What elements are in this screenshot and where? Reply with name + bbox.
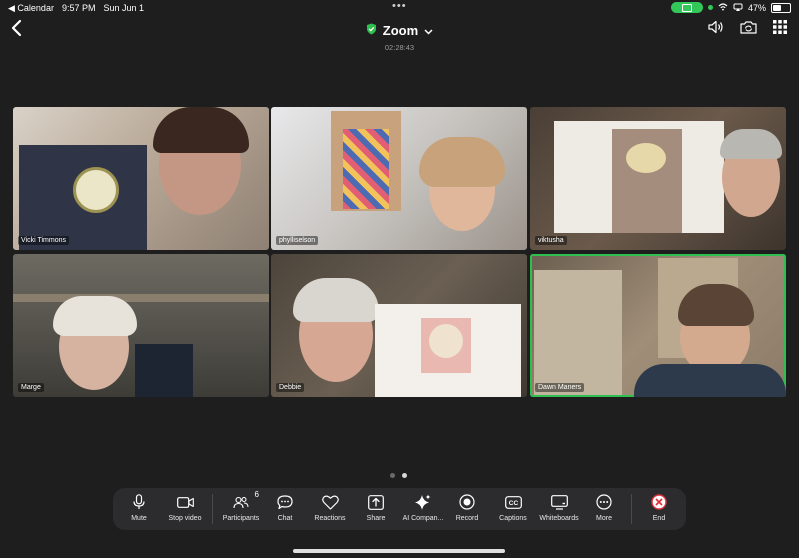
meeting-title: Zoom [382, 23, 419, 38]
meeting-toolbar: Mute Stop video 6 Participants Chat Reac… [113, 488, 686, 530]
participant-hair [293, 278, 379, 322]
card-prop-label [429, 324, 463, 358]
whiteboards-button[interactable]: Whiteboards [535, 494, 583, 522]
participants-button[interactable]: 6 Participants [217, 490, 265, 522]
shelving-unit [534, 270, 622, 395]
mute-button[interactable]: Mute [117, 494, 161, 522]
video-camera-icon [176, 496, 194, 510]
participant-hair [53, 296, 137, 336]
record-icon [459, 494, 475, 512]
ai-companion-label: AI Compan... [402, 515, 444, 522]
shelf-strip [13, 294, 269, 302]
card-prop-hearts [343, 129, 389, 209]
page-dot[interactable] [390, 473, 395, 478]
end-label: End [652, 515, 666, 522]
card-prop-label [626, 143, 666, 173]
captions-button[interactable]: CC Captions [491, 494, 535, 522]
page-dot-current[interactable] [402, 473, 407, 478]
end-x-icon [651, 494, 667, 512]
video-tile[interactable]: Debbie [271, 254, 527, 397]
participants-label: Participants [222, 515, 260, 522]
captions-label: Captions [499, 515, 527, 522]
chat-label: Chat [277, 515, 293, 522]
battery-icon [771, 2, 791, 13]
back-to-app-link[interactable]: ◀ Calendar [8, 3, 54, 14]
svg-text:CC: CC [508, 500, 518, 507]
video-gallery: Vicki Timmons phylliselson viktusha Marg… [13, 107, 786, 398]
status-time: 9:57 PM [61, 3, 96, 13]
whiteboard-icon [550, 494, 568, 512]
participant-name: viktusha [535, 236, 567, 245]
status-date: Sun Jun 1 [103, 3, 145, 13]
sparkle-icon [415, 494, 431, 513]
end-meeting-button[interactable]: End [637, 494, 681, 522]
share-button[interactable]: Share [354, 494, 398, 522]
card-prop [135, 344, 193, 397]
record-label: Record [455, 515, 479, 522]
participant-name: Dawn Maners [535, 383, 585, 392]
chat-button[interactable]: Chat [263, 494, 307, 522]
speaker-icon[interactable] [708, 20, 724, 34]
more-ellipsis-icon [596, 494, 612, 512]
gallery-page-indicator[interactable] [390, 473, 407, 478]
gallery-grid-icon[interactable] [773, 20, 787, 34]
participants-icon [233, 496, 249, 511]
video-tile-active-speaker[interactable]: Dawn Maners [530, 254, 786, 397]
participant-name: Marge [18, 383, 44, 392]
reactions-label: Reactions [314, 515, 346, 522]
reactions-button[interactable]: Reactions [308, 494, 352, 522]
video-tile[interactable]: viktusha [530, 107, 786, 250]
stop-video-label: Stop video [168, 515, 202, 522]
ai-companion-button[interactable]: AI Compan... [398, 494, 448, 522]
toolbar-divider [631, 494, 632, 524]
participant-name: Debbie [276, 383, 305, 392]
video-tile[interactable]: Vicki Timmons [13, 107, 269, 250]
stop-video-button[interactable]: Stop video [163, 494, 207, 522]
participant-hair [720, 129, 782, 159]
battery-percent: 47% [747, 2, 766, 13]
more-button[interactable]: More [582, 494, 626, 522]
chat-bubble-icon [277, 494, 293, 512]
switch-camera-icon[interactable] [740, 20, 757, 34]
chevron-down-icon [424, 23, 433, 38]
meeting-timer: 02:28:43 [384, 43, 415, 52]
battery-fill [773, 4, 781, 11]
participant-hair [678, 284, 754, 326]
share-screen-icon [368, 494, 384, 512]
toolbar-divider [212, 494, 213, 524]
screen-share-indicator[interactable] [670, 2, 703, 13]
heart-icon [321, 494, 339, 512]
participant-shirt [634, 364, 786, 397]
microphone-icon [133, 494, 145, 512]
participant-name: Vicki Timmons [18, 236, 69, 245]
card-prop-label [73, 167, 119, 213]
whiteboards-label: Whiteboards [539, 515, 579, 522]
closed-captions-icon: CC [504, 495, 522, 511]
participant-name: phylliselson [276, 236, 319, 245]
more-label: More [596, 515, 612, 522]
mute-label: Mute [131, 515, 147, 522]
video-tile[interactable]: Marge [13, 254, 269, 397]
screen-icon [681, 3, 692, 12]
participants-count-badge: 6 [254, 490, 259, 499]
camera-in-use-indicator [707, 5, 713, 10]
airplay-icon [733, 3, 743, 13]
home-indicator[interactable] [293, 549, 505, 553]
status-bar: ◀ Calendar 9:57 PM Sun Jun 1 ••• 47% [0, 0, 799, 16]
wifi-icon [718, 2, 728, 13]
multitasking-dots-icon[interactable]: ••• [392, 0, 407, 12]
meeting-title-button[interactable]: Zoom [366, 23, 433, 38]
video-tile[interactable]: phylliselson [271, 107, 527, 250]
participant-hair [419, 137, 505, 187]
shield-check-icon [366, 23, 377, 38]
share-label: Share [366, 515, 386, 522]
record-button[interactable]: Record [445, 494, 489, 522]
participant-hair [153, 107, 249, 153]
